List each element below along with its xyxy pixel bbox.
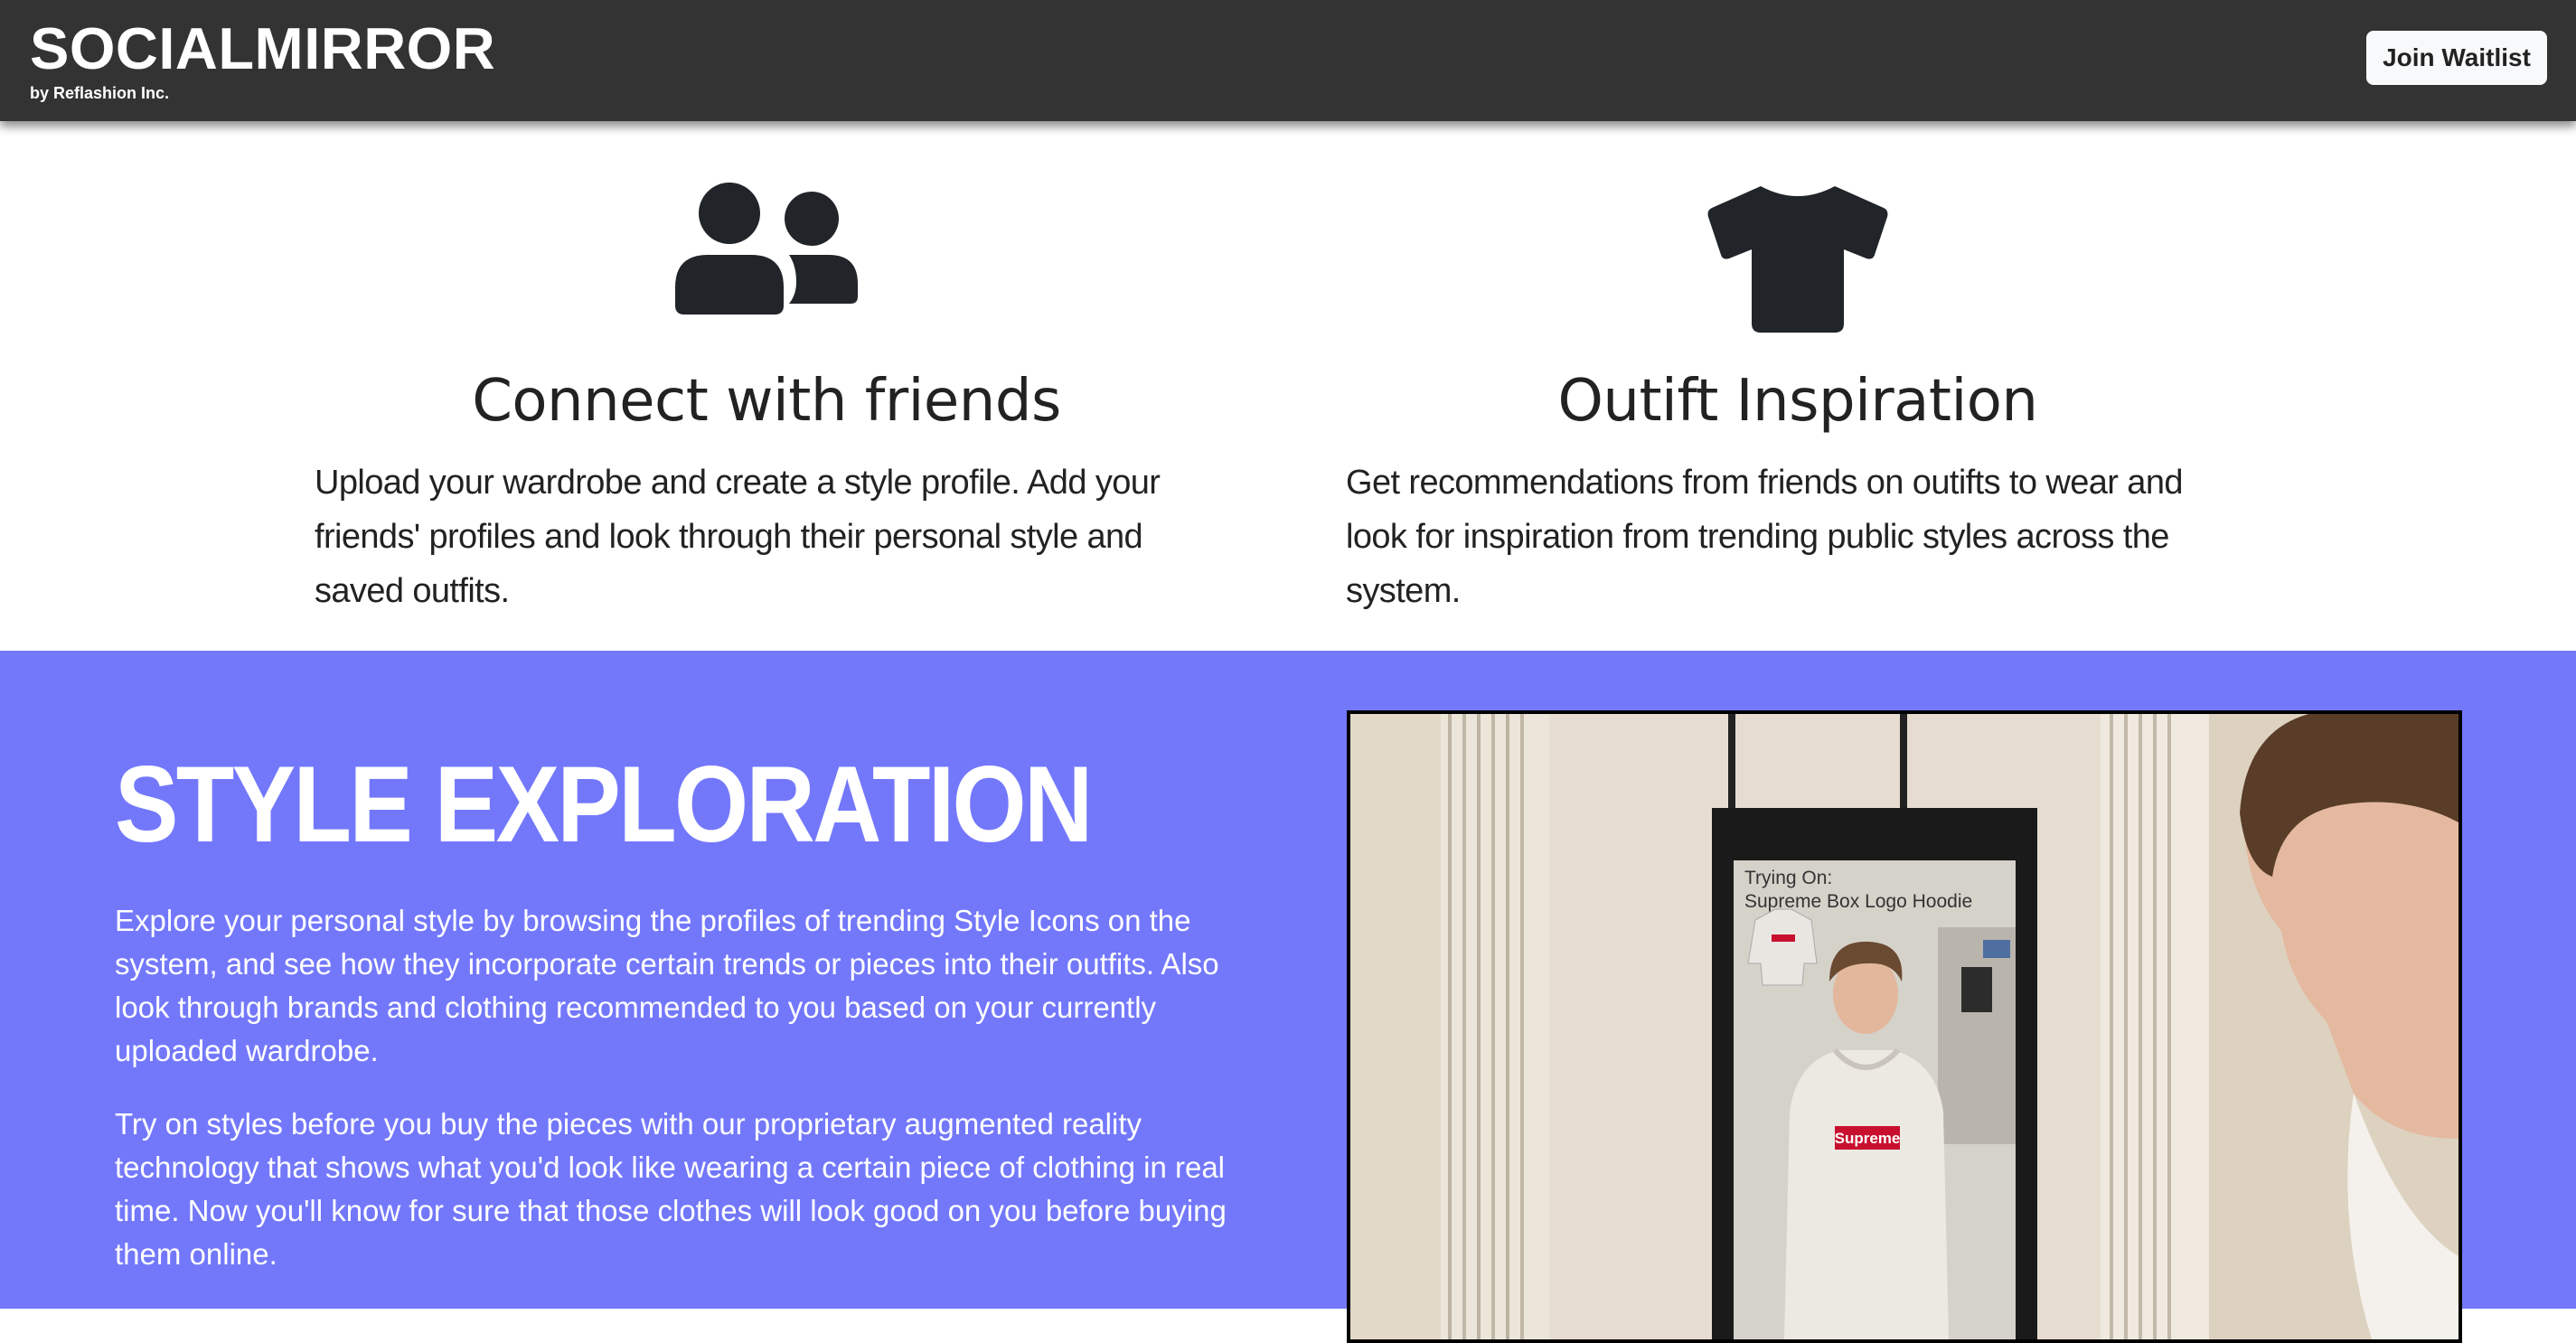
feature-outfit-inspiration: Outift Inspiration Get recommendations f… bbox=[1346, 121, 2250, 651]
navbar: SOCIALMIRROR by Reflashion Inc. Join Wai… bbox=[0, 0, 2576, 121]
feature-title: Connect with friends bbox=[472, 368, 1061, 435]
section-title: STYLE EXPLORATION bbox=[115, 744, 1093, 865]
feature-connect-friends: Connect with friends Upload your wardrob… bbox=[315, 121, 1218, 651]
section-paragraph: Explore your personal style by browsing … bbox=[115, 904, 1219, 1067]
hoodie-logo-text: Supreme bbox=[1835, 1130, 1901, 1147]
brand-title[interactable]: SOCIALMIRROR bbox=[30, 13, 495, 85]
overlay-text-line2: Supreme Box Logo Hoodie bbox=[1744, 891, 1972, 912]
overlay-text-line1: Trying On: bbox=[1744, 868, 1832, 888]
feature-description: Get recommendations from friends on outi… bbox=[1346, 464, 2184, 610]
join-waitlist-button[interactable]: Join Waitlist bbox=[2366, 31, 2547, 85]
users-icon bbox=[675, 183, 858, 315]
brand-subtitle: by Reflashion Inc. bbox=[30, 84, 170, 102]
feature-description: Upload your wardrobe and create a style … bbox=[315, 464, 1161, 610]
style-exploration-section: STYLE EXPLORATION Explore your personal … bbox=[0, 651, 2576, 1343]
ar-mirror-photo: Trying On: Supreme Box Logo Hoodie Supre… bbox=[1347, 710, 2462, 1343]
feature-title: Outift Inspiration bbox=[1557, 368, 2038, 435]
tshirt-icon bbox=[1707, 186, 1888, 333]
section-paragraph: Try on styles before you buy the pieces … bbox=[115, 1107, 1227, 1271]
